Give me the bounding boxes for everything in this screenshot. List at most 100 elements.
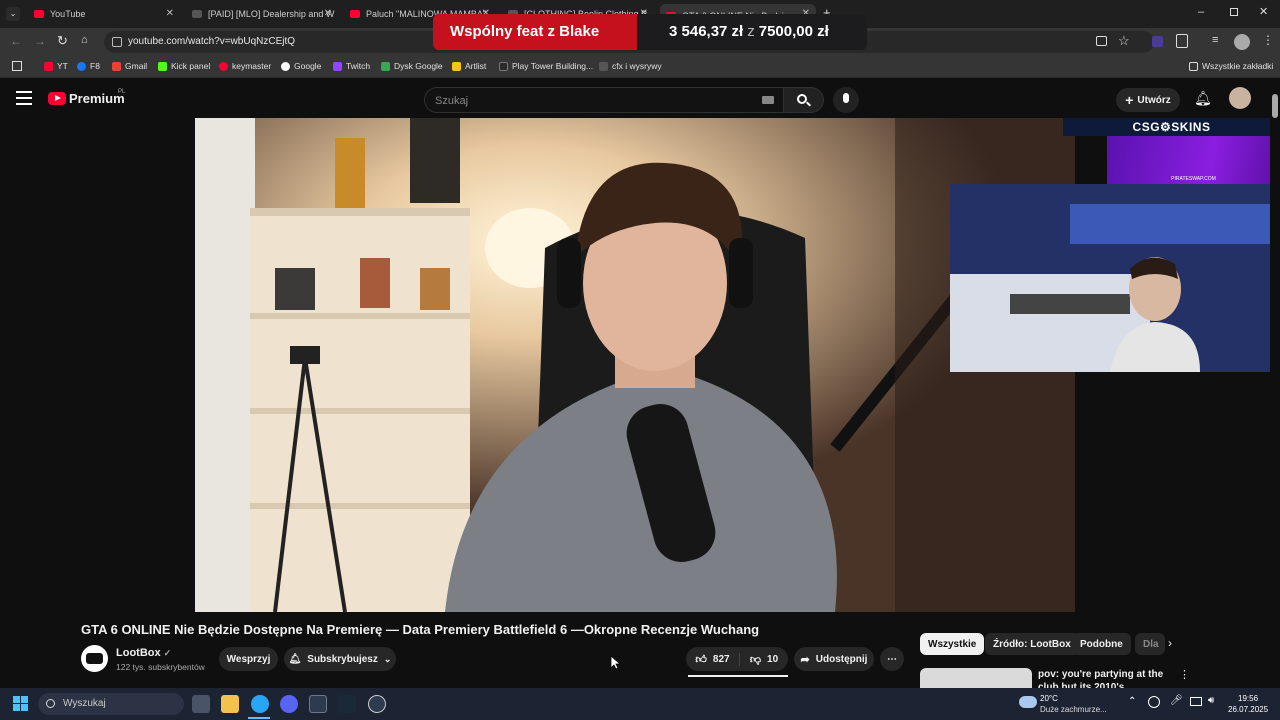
file-explorer-icon[interactable]	[221, 695, 239, 713]
youtube-icon	[44, 61, 53, 71]
apps-grid-icon[interactable]	[12, 61, 22, 71]
menu-dots-icon[interactable]: ⋮	[1262, 33, 1274, 47]
bookmark-label: Kick panel	[171, 61, 211, 71]
video-player[interactable]	[195, 118, 1075, 612]
tab-youtube[interactable]: YouTube ✕	[28, 4, 180, 24]
youtube-favicon-icon	[350, 10, 360, 18]
suggestion-thumbnail[interactable]	[920, 668, 1032, 688]
chevron-right-icon[interactable]: ›	[1168, 636, 1172, 650]
donation-amount: 3 546,37 zł z 7500,00 zł	[669, 23, 829, 40]
notifications-bell-icon[interactable]: 🔔︎	[1194, 90, 1212, 107]
search-input[interactable]: Szukaj	[424, 87, 784, 113]
share-button[interactable]: ➦ Udostępnij	[794, 647, 874, 671]
keyboard-icon[interactable]	[762, 96, 774, 104]
search-button[interactable]	[784, 87, 824, 113]
donation-goal: 7500,00 zł	[758, 23, 829, 40]
bookmark-google[interactable]: Google	[281, 61, 321, 71]
chip-from-channel[interactable]: Źródło: LootBox	[985, 633, 1079, 655]
dislike-button[interactable]: 👎︎ 10	[740, 653, 788, 666]
extension-icon[interactable]	[1152, 36, 1163, 47]
bookmark-keymaster[interactable]: keymaster	[219, 61, 271, 71]
volume-icon[interactable]: 🔊︎	[1208, 695, 1214, 706]
sponsor-banner-text: PIRATESWAP.COM	[1171, 176, 1216, 182]
suggestion-title[interactable]: pov: you're partying at the club but its…	[1038, 668, 1168, 688]
forward-icon[interactable]: →	[34, 34, 46, 48]
obs-icon[interactable]	[368, 695, 386, 713]
folder-icon	[1189, 61, 1198, 71]
tab-search-icon[interactable]: ⌄	[6, 7, 20, 21]
steam-icon[interactable]	[338, 695, 356, 713]
weather-cloud-icon[interactable]	[1019, 696, 1037, 708]
create-button[interactable]: + Utwórz	[1116, 88, 1180, 112]
back-icon[interactable]: ←	[10, 34, 22, 48]
bookmark-gmail[interactable]: Gmail	[112, 61, 147, 71]
artlist-icon	[452, 61, 461, 71]
scrollbar-thumb[interactable]	[1272, 94, 1278, 118]
active-app-indicator	[248, 717, 270, 719]
chip-for-you[interactable]: Dla	[1135, 633, 1165, 655]
chrome-icon[interactable]	[251, 695, 269, 713]
bookmark-drive[interactable]: Dysk Google	[381, 61, 443, 71]
chevron-down-icon: ⌄	[383, 653, 392, 664]
share-label: Udostępnij	[815, 653, 868, 665]
subscribed-button[interactable]: 🔔︎ Subskrybujesz ⌄	[284, 647, 396, 671]
install-app-icon[interactable]	[1096, 36, 1107, 46]
chip-label: Podobne	[1080, 638, 1123, 650]
tab-dealership[interactable]: [PAID] [MLO] Dealership and W ✕	[186, 4, 338, 24]
close-window-icon[interactable]: ✕	[1259, 5, 1268, 18]
bookmark-star-icon[interactable]: ☆	[1118, 33, 1130, 49]
discord-icon[interactable]	[280, 695, 298, 713]
bookmark-play-tower[interactable]: Play Tower Building...	[499, 61, 593, 71]
lootbox-logo-icon	[86, 653, 103, 664]
close-tab-icon[interactable]: ✕	[324, 8, 332, 19]
weather-description[interactable]: Duże zachmurze...	[1040, 705, 1107, 714]
display-icon[interactable]	[1190, 697, 1202, 706]
account-avatar[interactable]	[1229, 87, 1251, 109]
sync-icon[interactable]	[1148, 696, 1160, 708]
youtube-logo-icon[interactable]	[48, 92, 66, 105]
page-scrollbar[interactable]	[1270, 80, 1280, 688]
bookmark-kick-panel[interactable]: Kick panel	[158, 61, 210, 71]
home-icon[interactable]: ⌂	[81, 34, 88, 46]
taskbar-search-label: Wyszukaj	[63, 698, 106, 709]
voice-search-button[interactable]	[833, 87, 859, 113]
suggestion-menu-icon[interactable]: ⋮	[1179, 668, 1190, 681]
google-drive-icon	[381, 61, 390, 71]
like-button[interactable]: 👍︎ 827	[686, 652, 740, 666]
extensions-puzzle-icon[interactable]	[1176, 34, 1188, 48]
maximize-icon[interactable]	[1230, 8, 1238, 16]
minimize-icon[interactable]: –	[1198, 6, 1204, 18]
all-bookmarks[interactable]: Wszystkie zakładki	[1189, 61, 1273, 71]
keymaster-icon	[219, 61, 228, 71]
reading-list-icon[interactable]: ≡	[1212, 34, 1218, 46]
more-actions-button[interactable]: ⋯	[880, 647, 904, 671]
close-tab-icon[interactable]: ✕	[166, 8, 174, 19]
bookmark-f8[interactable]: F8	[77, 61, 100, 71]
show-hidden-icons-icon[interactable]: ⌃	[1128, 696, 1136, 707]
site-info-icon[interactable]	[112, 37, 122, 47]
support-button[interactable]: Wesprzyj	[219, 647, 278, 671]
bookmark-cfx[interactable]: cfx i wysrywy	[599, 61, 662, 71]
clock-date[interactable]: 26.07.2025	[1228, 705, 1268, 714]
bookmark-artlist[interactable]: Artlist	[452, 61, 486, 71]
youtube-logo-text[interactable]: Premium	[69, 91, 125, 106]
clock-time[interactable]: 19:56	[1238, 694, 1258, 703]
chip-all[interactable]: Wszystkie	[920, 633, 985, 655]
taskbar-search[interactable]: Wyszukaj	[38, 693, 184, 715]
bookmark-yt[interactable]: YT	[44, 61, 68, 71]
profile-avatar[interactable]	[1234, 34, 1250, 50]
channel-avatar[interactable]	[81, 645, 108, 672]
bookmark-twitch[interactable]: Twitch	[333, 61, 370, 71]
task-view-icon[interactable]	[192, 695, 210, 713]
microphone-tray-icon[interactable]: 🎤︎	[1170, 695, 1183, 706]
facebook-icon	[77, 61, 86, 71]
channel-name[interactable]: LootBox ✓	[116, 647, 171, 659]
weather-temperature[interactable]: 20°C	[1040, 694, 1058, 703]
windows-start-icon[interactable]	[13, 696, 29, 712]
hamburger-menu-icon[interactable]	[16, 91, 32, 105]
kick-icon	[158, 61, 167, 71]
xbox-app-icon[interactable]	[309, 695, 327, 713]
chip-related[interactable]: Podobne	[1072, 633, 1131, 655]
microphone-icon	[843, 93, 849, 103]
reload-icon[interactable]: ↻	[57, 33, 68, 49]
